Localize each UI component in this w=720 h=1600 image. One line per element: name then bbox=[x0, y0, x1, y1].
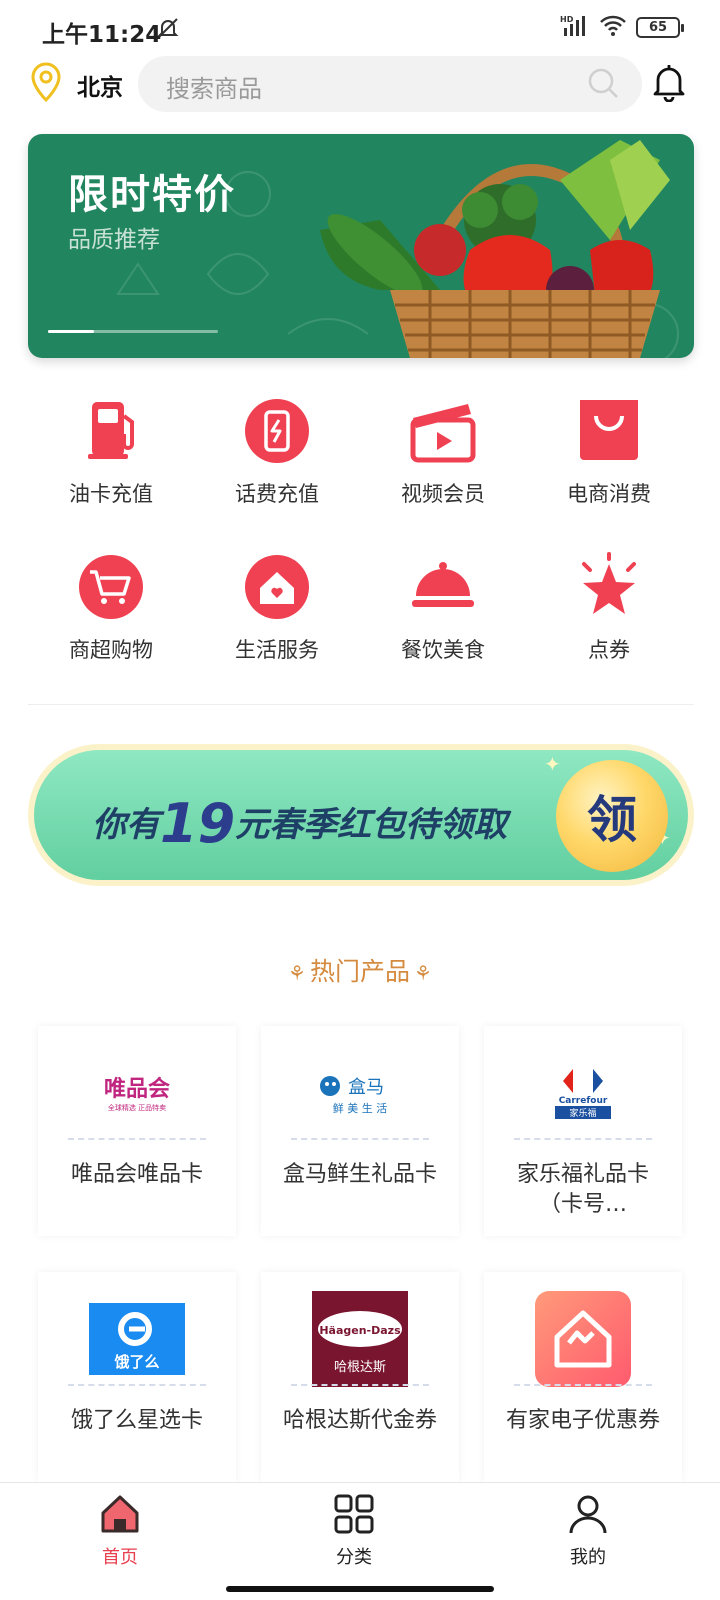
category-ecommerce[interactable]: 电商消费 bbox=[526, 396, 692, 526]
city-selector[interactable]: 北京 bbox=[77, 68, 123, 102]
category-life-service[interactable]: 生活服务 bbox=[194, 552, 360, 682]
claim-button[interactable]: 领 bbox=[556, 760, 668, 872]
product-card[interactable]: Häagen-Dazs 哈根达斯 哈根达斯代金券 bbox=[261, 1272, 459, 1482]
fuel-pump-icon bbox=[88, 402, 134, 459]
user-icon bbox=[569, 1495, 607, 1534]
sparkle-icon: ✦ bbox=[544, 752, 561, 776]
notification-bell-icon[interactable] bbox=[652, 62, 686, 106]
category-label: 电商消费 bbox=[567, 482, 651, 506]
eleme-logo: 饿了么 bbox=[38, 1294, 236, 1384]
shopping-cart-icon bbox=[79, 555, 143, 619]
nav-label: 分类 bbox=[336, 1547, 372, 1568]
star-icon bbox=[582, 552, 636, 614]
status-bar: 上午11:24 HD 65 bbox=[0, 0, 720, 58]
red-packet-text: 你有19元春季红包待领取 bbox=[92, 792, 508, 855]
product-name: 哈根达斯代金券 bbox=[282, 1408, 437, 1433]
video-clapper-icon bbox=[410, 404, 476, 463]
promo-banner[interactable]: 限时特价 品质推荐 bbox=[28, 134, 694, 358]
svg-text:饿了么: 饿了么 bbox=[113, 1353, 159, 1371]
category-supermarket[interactable]: 商超购物 bbox=[28, 552, 194, 682]
product-card[interactable]: 有家电子优惠券 bbox=[484, 1272, 682, 1482]
svg-text:哈根达斯: 哈根达斯 bbox=[334, 1360, 386, 1375]
svg-text:HD: HD bbox=[560, 15, 574, 24]
banner-subtitle: 品质推荐 bbox=[68, 227, 160, 253]
vip-logo: 唯品会 全球精选 正品特卖 bbox=[38, 1048, 236, 1138]
grid-icon bbox=[334, 1494, 374, 1534]
mute-icon bbox=[156, 16, 180, 44]
product-name: 盒马鲜生礼品卡 bbox=[282, 1162, 437, 1187]
hema-logo: 盒马鲜 美 生 活 bbox=[261, 1048, 459, 1138]
home-icon bbox=[101, 1495, 139, 1533]
food-cloche-icon bbox=[412, 562, 474, 607]
nav-label: 我的 bbox=[570, 1547, 606, 1568]
red-packet-banner[interactable]: 你有19元春季红包待领取 ✦ ✦ 领 bbox=[28, 744, 694, 886]
svg-text:盒马: 盒马 bbox=[348, 1077, 384, 1098]
bottom-nav: 首页 分类 我的 bbox=[0, 1482, 720, 1600]
top-header: 北京 搜索商品 bbox=[0, 56, 720, 112]
category-label: 商超购物 bbox=[69, 638, 153, 662]
svg-text:家乐福: 家乐福 bbox=[569, 1107, 596, 1119]
svg-text:Carrefour: Carrefour bbox=[559, 1096, 608, 1106]
wifi-icon bbox=[600, 14, 626, 40]
shopping-bag-icon bbox=[580, 400, 638, 460]
youjia-logo bbox=[484, 1291, 682, 1387]
phone-charge-icon bbox=[245, 399, 309, 463]
svg-text:全球精选 正品特卖: 全球精选 正品特卖 bbox=[108, 1103, 166, 1112]
banner-pagination bbox=[48, 330, 218, 333]
battery-level: 65 bbox=[648, 19, 668, 35]
product-card[interactable]: 唯品会 全球精选 正品特卖 唯品会唯品卡 bbox=[38, 1026, 236, 1236]
signal-icon: HD bbox=[560, 14, 590, 40]
svg-text:鲜 美 生 活: 鲜 美 生 活 bbox=[333, 1101, 388, 1115]
product-card[interactable]: 饿了么 饿了么星选卡 bbox=[38, 1272, 236, 1482]
home-service-icon bbox=[245, 555, 309, 619]
vegetable-basket-image bbox=[320, 140, 670, 358]
category-label: 餐饮美食 bbox=[401, 638, 485, 662]
category-label: 油卡充值 bbox=[69, 482, 153, 506]
home-indicator bbox=[226, 1586, 494, 1592]
hot-products-title: ⚘ 热门产品 ⚘ bbox=[288, 957, 432, 986]
location-pin-icon[interactable] bbox=[30, 62, 62, 106]
nav-profile[interactable]: 我的 bbox=[528, 1493, 648, 1569]
product-name: 家乐福礼品卡（卡号… bbox=[516, 1162, 649, 1217]
flower-icon: ⚘ bbox=[288, 961, 306, 985]
product-card[interactable]: Carrefour 家乐福 家乐福礼品卡（卡号… bbox=[484, 1026, 682, 1236]
status-time: 上午11:24 bbox=[42, 22, 162, 48]
category-label: 话费充值 bbox=[235, 482, 319, 506]
product-name: 饿了么星选卡 bbox=[70, 1408, 203, 1433]
nav-home[interactable]: 首页 bbox=[60, 1493, 180, 1569]
search-placeholder: 搜索商品 bbox=[166, 75, 262, 103]
category-label: 生活服务 bbox=[235, 638, 319, 662]
section-divider bbox=[28, 704, 694, 705]
haagen-dazs-logo: Häagen-Dazs 哈根达斯 bbox=[261, 1291, 459, 1387]
product-name: 唯品会唯品卡 bbox=[70, 1162, 203, 1187]
search-input[interactable]: 搜索商品 bbox=[138, 56, 642, 112]
search-icon[interactable] bbox=[586, 66, 620, 104]
category-label: 视频会员 bbox=[401, 482, 485, 506]
category-coupon[interactable]: 点券 bbox=[526, 552, 692, 682]
svg-text:唯品会: 唯品会 bbox=[104, 1076, 170, 1102]
category-video-vip[interactable]: 视频会员 bbox=[360, 396, 526, 526]
carrefour-logo: Carrefour 家乐福 bbox=[484, 1048, 682, 1138]
flower-icon: ⚘ bbox=[414, 961, 432, 985]
nav-category[interactable]: 分类 bbox=[294, 1493, 414, 1569]
category-phone-recharge[interactable]: 话费充值 bbox=[194, 396, 360, 526]
category-label: 点券 bbox=[588, 638, 630, 662]
battery-icon: 65 bbox=[636, 16, 684, 38]
category-fuel-card[interactable]: 油卡充值 bbox=[28, 396, 194, 526]
banner-title: 限时特价 bbox=[68, 172, 236, 218]
nav-label: 首页 bbox=[102, 1547, 138, 1568]
category-food[interactable]: 餐饮美食 bbox=[360, 552, 526, 682]
red-packet-amount: 19 bbox=[160, 792, 236, 855]
svg-text:Häagen-Dazs: Häagen-Dazs bbox=[319, 1324, 401, 1337]
product-name: 有家电子优惠券 bbox=[505, 1408, 660, 1433]
product-card[interactable]: 盒马鲜 美 生 活 盒马鲜生礼品卡 bbox=[261, 1026, 459, 1236]
